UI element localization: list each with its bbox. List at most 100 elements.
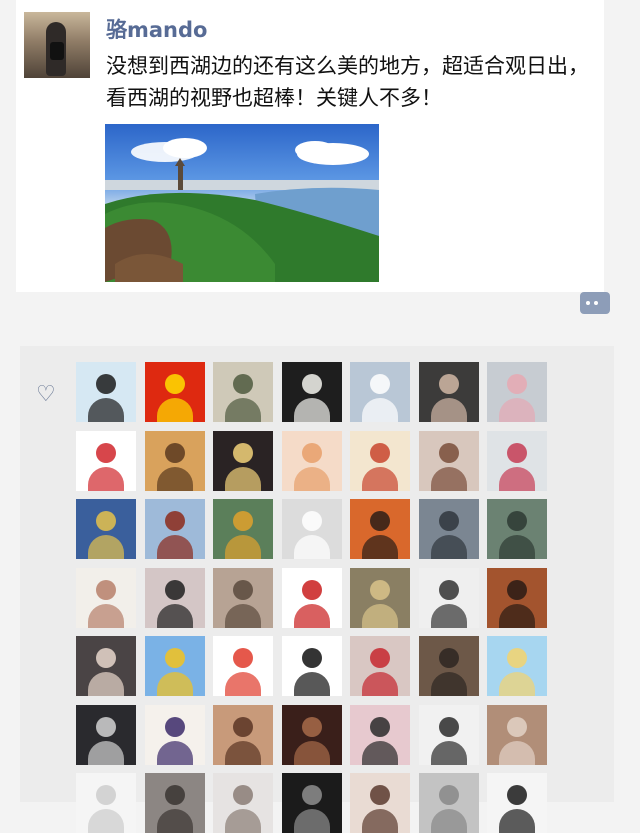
avatar-sketch-girl[interactable] <box>76 567 136 628</box>
avatar-white-cat[interactable] <box>281 499 342 559</box>
heart-icon: ♡ <box>36 382 56 407</box>
avatar-motif <box>507 374 527 394</box>
moment-post: 骆mando 没想到西湖边的还有这么美的地方，超适合观日出，看西湖的视野也超棒！… <box>16 0 604 292</box>
avatar-motif-body <box>430 603 467 628</box>
avatar-motif <box>301 374 322 394</box>
avatar-cartoon-couple[interactable] <box>487 636 547 696</box>
avatar-rose-drawing[interactable] <box>487 773 547 833</box>
poster-avatar[interactable] <box>24 12 90 78</box>
avatar-lion-dance[interactable] <box>213 636 273 696</box>
avatar-motif <box>96 579 116 600</box>
avatar-girl-white-dress[interactable] <box>350 362 410 422</box>
avatar-motif-body <box>499 740 535 765</box>
avatar-hello-kitty-lights[interactable] <box>213 430 273 491</box>
avatar-group-photo[interactable] <box>487 704 547 765</box>
avatar-canal-bridge[interactable] <box>487 499 547 559</box>
avatar-motif <box>507 648 527 668</box>
avatar-person-outdoor[interactable] <box>213 362 273 422</box>
avatar-anime-girls[interactable] <box>281 430 342 491</box>
avatar-motif <box>370 442 390 463</box>
avatar-motif <box>164 785 185 805</box>
avatar-motif <box>233 648 253 668</box>
avatar-girl-light[interactable] <box>350 773 410 833</box>
avatar-motif <box>370 648 390 668</box>
poster-username[interactable]: 骆mando <box>106 14 207 44</box>
avatar-motif-body <box>362 535 398 559</box>
avatar-person-doorway[interactable] <box>418 636 479 696</box>
avatar-motif <box>301 648 322 668</box>
avatar-red-tower[interactable] <box>144 499 205 559</box>
avatar-motif-body <box>293 809 330 833</box>
avatar-flowers-text[interactable] <box>350 430 410 491</box>
avatar-motif <box>438 442 459 463</box>
avatar-motif-body <box>362 672 398 696</box>
avatar-strawberry[interactable] <box>76 430 136 491</box>
avatar-night-street[interactable] <box>76 704 136 765</box>
avatar-girl-red-flower[interactable] <box>350 636 410 696</box>
west-lake-photo[interactable] <box>105 124 379 282</box>
avatar-motif-body <box>293 603 330 628</box>
avatar-woman-dark[interactable] <box>76 636 136 696</box>
avatar-girl-portrait[interactable] <box>418 362 479 422</box>
avatar-woman-traditional[interactable] <box>487 430 547 491</box>
avatar-china-flag[interactable] <box>144 362 205 422</box>
comment-icon[interactable] <box>580 292 610 314</box>
avatar-girl-glasses[interactable] <box>144 567 205 628</box>
avatar-motif-body <box>88 466 124 491</box>
avatar-motif-body <box>156 740 193 765</box>
avatar-sunset-person[interactable] <box>350 499 410 559</box>
avatar-motif-body <box>430 398 467 422</box>
avatar-girl-long-hair[interactable] <box>418 430 479 491</box>
avatar-city-lake[interactable] <box>418 499 479 559</box>
avatar-motif <box>96 648 116 668</box>
avatar-motif <box>301 511 322 531</box>
avatar-street-collage[interactable] <box>350 567 410 628</box>
avatar-flower-field[interactable] <box>213 499 273 559</box>
avatar-sunflower[interactable] <box>144 636 205 696</box>
avatar-pink-fish[interactable] <box>487 362 547 422</box>
avatar-motif <box>164 442 185 463</box>
avatar-motif-body <box>293 740 330 765</box>
avatar-illustrated-girl[interactable] <box>487 567 547 628</box>
avatar-calla-lily[interactable] <box>281 362 342 422</box>
avatar-girl-back[interactable] <box>213 704 273 765</box>
avatar-girl-pink[interactable] <box>350 704 410 765</box>
avatar-pale-figure[interactable] <box>213 773 273 833</box>
avatar-motif-body <box>362 398 398 422</box>
avatar-motif <box>164 716 185 737</box>
avatar-calligraphy[interactable] <box>144 704 205 765</box>
avatar-black-partial[interactable] <box>281 773 342 833</box>
avatar-soccer-player[interactable] <box>76 499 136 559</box>
avatar-motif-body <box>362 740 398 765</box>
avatar-motif <box>164 648 185 668</box>
avatar-girl-sketch[interactable] <box>418 567 479 628</box>
avatar-white-partial[interactable] <box>76 773 136 833</box>
avatar-gray-partial[interactable] <box>418 773 479 833</box>
avatar-cat-kid[interactable] <box>213 567 273 628</box>
avatar-cartoon-girl-glasses[interactable] <box>76 362 136 422</box>
avatar-motif-body <box>225 603 261 628</box>
avatar-motif <box>507 716 527 737</box>
avatar-motif <box>233 511 253 531</box>
avatar-motif-body <box>156 603 193 628</box>
avatar-motif <box>507 579 527 600</box>
avatar-motif-body <box>293 398 330 422</box>
avatar-motif-body <box>156 398 193 422</box>
avatar-mask[interactable] <box>281 636 342 696</box>
avatar-motif <box>233 442 253 463</box>
avatar-paper-cut[interactable] <box>281 567 342 628</box>
avatar-motif <box>164 374 185 394</box>
avatar-motif-body <box>430 740 467 765</box>
avatar-motif <box>233 579 253 600</box>
avatar-motif <box>233 716 253 737</box>
avatar-motif-body <box>430 672 467 696</box>
avatar-desert-person[interactable] <box>144 430 205 491</box>
avatar-motif-body <box>88 740 124 765</box>
avatar-motif <box>164 511 185 531</box>
avatar-boy-portrait[interactable] <box>418 704 479 765</box>
avatar-motif-body <box>362 603 398 628</box>
avatar-dark-cafe[interactable] <box>281 704 342 765</box>
avatar-motif <box>438 648 459 668</box>
avatar-dim-room[interactable] <box>144 773 205 833</box>
avatar-motif <box>96 785 116 805</box>
